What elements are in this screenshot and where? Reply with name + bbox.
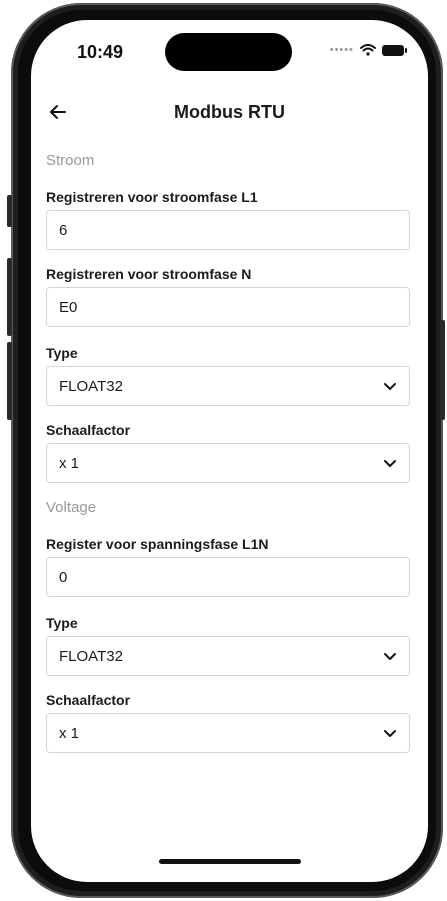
field-label-voltage-scale: Schaalfactor [46, 692, 131, 708]
section-heading-current: Stroom [46, 152, 95, 169]
voltage-scale-value: x 1 [59, 724, 80, 742]
section-heading-voltage: Voltage [46, 499, 97, 516]
current-scale-value: x 1 [59, 454, 80, 472]
chevron-down-icon [384, 383, 396, 390]
field-label-current-type: Type [46, 345, 78, 361]
chevron-down-icon [384, 653, 396, 660]
current-scale-select[interactable]: x 1 [46, 443, 410, 483]
voltage-l1n-value: 0 [59, 568, 68, 586]
app-header: Modbus RTU [31, 100, 428, 130]
voltage-type-value: FLOAT32 [59, 647, 123, 665]
chevron-down-icon [384, 730, 396, 737]
current-l1-value: 6 [59, 221, 68, 239]
app-screen: 10:49 ••••• Modbus RTU Stroom Registrere… [31, 20, 428, 882]
current-l1-input[interactable]: 6 [46, 210, 410, 250]
home-indicator[interactable] [159, 859, 301, 864]
form-content[interactable]: Stroom Registreren voor stroomfase L1 6 … [46, 140, 410, 790]
action-button [7, 195, 12, 227]
volume-down-button [7, 342, 12, 420]
field-label-current-scale: Schaalfactor [46, 422, 131, 438]
battery-icon [382, 44, 407, 56]
field-label-current-n: Registreren voor stroomfase N [46, 266, 252, 282]
current-type-select[interactable]: FLOAT32 [46, 366, 410, 406]
page-title: Modbus RTU [174, 102, 285, 122]
status-indicators: ••••• [329, 44, 407, 56]
field-label-voltage-type: Type [46, 615, 78, 631]
power-button [440, 320, 445, 420]
volume-up-button [7, 258, 12, 336]
field-label-current-l1: Registreren voor stroomfase L1 [46, 189, 258, 205]
current-n-value: E0 [59, 298, 78, 316]
chevron-down-icon [384, 460, 396, 467]
voltage-type-select[interactable]: FLOAT32 [46, 636, 410, 676]
voltage-scale-select[interactable]: x 1 [46, 713, 410, 753]
current-type-value: FLOAT32 [59, 377, 123, 395]
voltage-l1n-input[interactable]: 0 [46, 557, 410, 597]
current-n-input[interactable]: E0 [46, 287, 410, 327]
wifi-icon [360, 44, 376, 56]
signal-icon: ••••• [329, 44, 354, 56]
dynamic-island [165, 33, 292, 71]
status-time: 10:49 [77, 42, 124, 62]
field-label-voltage-l1n: Register voor spanningsfase L1N [46, 536, 269, 552]
